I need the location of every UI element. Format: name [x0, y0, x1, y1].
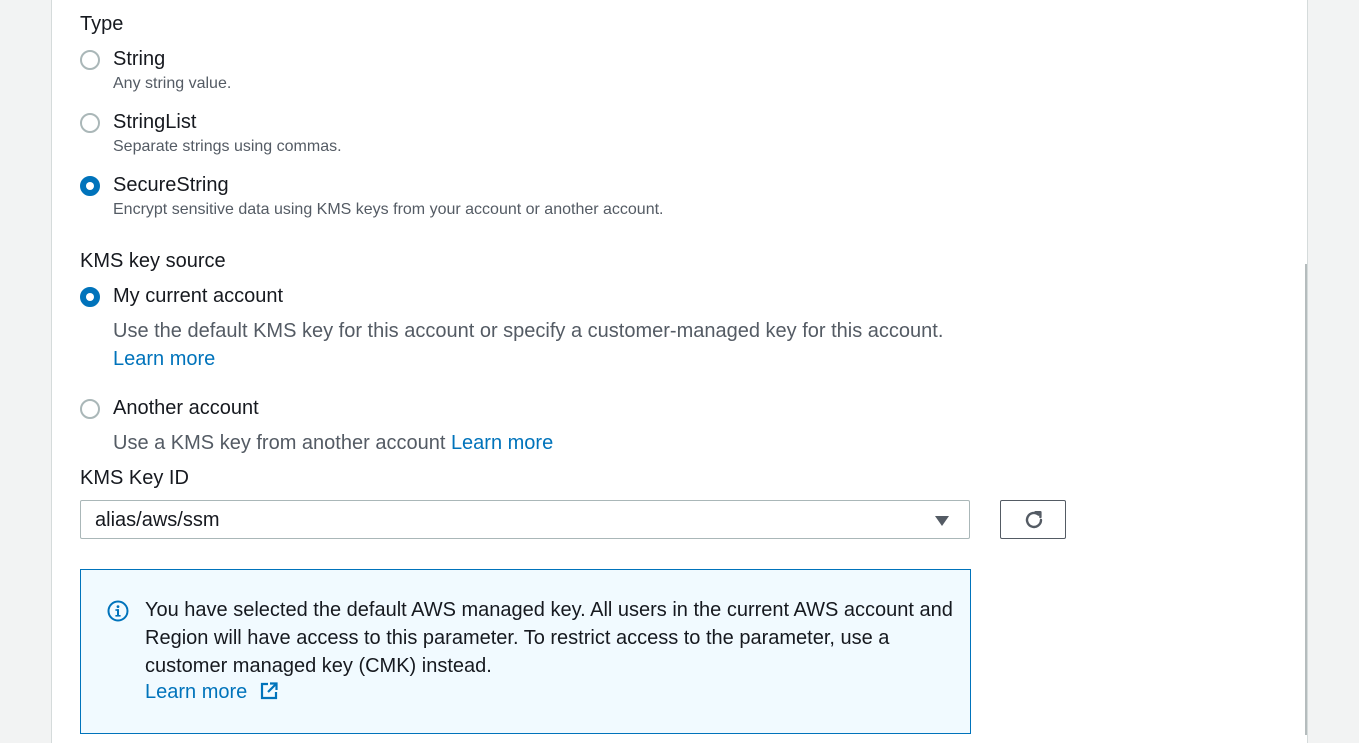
option-string-description: Any string value.	[113, 75, 232, 92]
refresh-button[interactable]	[1000, 500, 1066, 539]
radio-my-current-account[interactable]	[80, 287, 100, 307]
info-alert: You have selected the default AWS manage…	[80, 569, 971, 734]
scrollbar-edge	[1305, 264, 1307, 735]
option-current-account-title[interactable]: My current account	[113, 285, 283, 308]
current-account-learn-more-link[interactable]: Learn more	[113, 348, 215, 371]
kms-key-id-value: alias/aws/ssm	[95, 509, 220, 531]
option-stringlist-description: Separate strings using commas.	[113, 138, 342, 155]
option-current-account-description: Use the default KMS key for this account…	[113, 320, 944, 342]
kms-key-id-select[interactable]: alias/aws/ssm	[80, 500, 970, 539]
radio-string[interactable]	[80, 50, 100, 70]
option-another-account-description: Use a KMS key from another account	[113, 432, 446, 454]
alert-learn-more-row[interactable]: Learn more	[145, 681, 279, 704]
option-another-account-description-row: Use a KMS key from another account Learn…	[113, 432, 553, 455]
option-string-title[interactable]: String	[113, 48, 165, 71]
option-securestring-title[interactable]: SecureString	[113, 174, 229, 197]
option-another-account-title[interactable]: Another account	[113, 397, 259, 420]
refresh-icon	[1025, 511, 1043, 529]
kms-key-id-label: KMS Key ID	[80, 467, 189, 489]
type-label: Type	[80, 13, 124, 35]
radio-securestring[interactable]	[80, 176, 100, 196]
alert-learn-more-link[interactable]: Learn more	[145, 681, 247, 703]
option-stringlist-title[interactable]: StringList	[113, 111, 196, 134]
kms-key-source-label: KMS key source	[80, 250, 226, 272]
radio-another-account[interactable]	[80, 399, 100, 419]
alert-message: You have selected the default AWS manage…	[145, 599, 953, 677]
option-securestring-description: Encrypt sensitive data using KMS keys fr…	[113, 201, 664, 218]
radio-stringlist[interactable]	[80, 113, 100, 133]
info-icon	[107, 600, 129, 622]
external-link-icon[interactable]	[259, 681, 279, 701]
another-account-learn-more-link[interactable]: Learn more	[451, 432, 553, 454]
caret-down-icon	[935, 516, 949, 526]
